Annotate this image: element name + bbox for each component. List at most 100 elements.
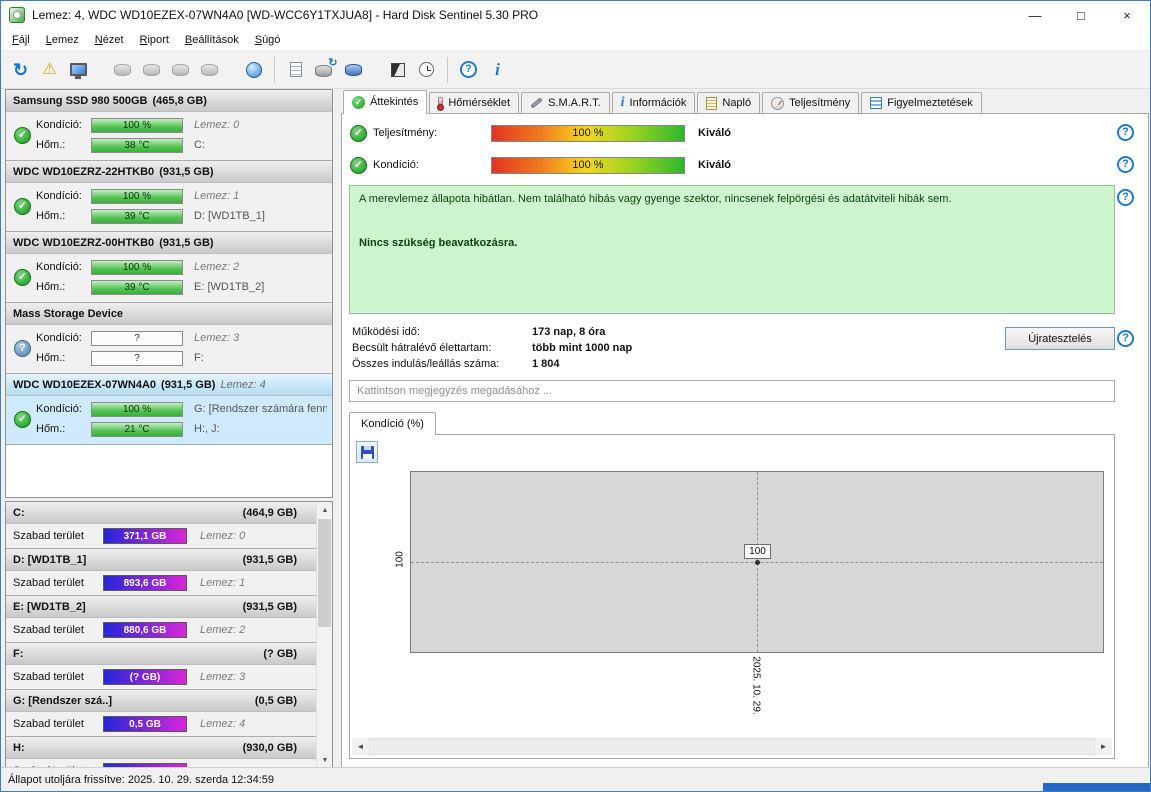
- performance-bar: 100 %: [491, 124, 685, 142]
- scrollbar-thumb[interactable]: [318, 519, 331, 627]
- surface-test-button[interactable]: [383, 55, 412, 84]
- partition-header: H: (930,0 GB): [6, 737, 316, 759]
- tab-alerts[interactable]: Figyelmeztetések: [861, 92, 982, 113]
- menu-view[interactable]: Nézet: [87, 29, 132, 50]
- disk-header: WDC WD10EZRZ-00HTKB0 (931,5 GB): [6, 232, 332, 254]
- tab-smart[interactable]: S.M.A.R.T.: [521, 92, 610, 113]
- temperature-label: Hőm.:: [36, 281, 66, 293]
- chart-tab-condition[interactable]: Kondíció (%): [349, 412, 436, 435]
- temperature-value: 21 °C: [124, 423, 150, 435]
- save-chart-button[interactable]: [356, 441, 378, 463]
- menu-bar: Fájl Lemez Nézet Riport Beállítások Súgó: [1, 29, 1150, 51]
- disk-list-item-3[interactable]: Mass Storage Device ? Kondíció: ? Lemez:…: [6, 303, 332, 374]
- maximize-button[interactable]: □: [1058, 1, 1104, 29]
- partition-item-1[interactable]: D: [WD1TB_1] (931,5 GB) Szabad terület 8…: [6, 549, 316, 596]
- help-button[interactable]: ?: [454, 55, 483, 84]
- partition-item-2[interactable]: E: [WD1TB_2] (931,5 GB) Szabad terület 8…: [6, 596, 316, 643]
- condition-bar: 100 %: [91, 117, 183, 133]
- thermometer-icon: [437, 96, 445, 111]
- disk-index-label: Lemez: 4: [220, 378, 266, 391]
- tab-log[interactable]: Napló: [697, 92, 761, 113]
- menu-settings[interactable]: Beállítások: [177, 29, 247, 50]
- menu-help[interactable]: Súgó: [247, 29, 289, 50]
- tab-label: S.M.A.R.T.: [548, 97, 601, 109]
- scroll-left-icon[interactable]: ◄: [352, 738, 369, 755]
- status-bar: Állapot utoljára frissítve: 2025. 10. 29…: [1, 767, 1150, 791]
- partition-scrollbar[interactable]: ▲ ▼: [316, 502, 332, 768]
- drive-letters: E: [WD1TB_2]: [194, 281, 265, 293]
- help-icon[interactable]: ?: [1117, 156, 1134, 173]
- disk-index-label: Lemez: 0: [200, 530, 246, 542]
- info-icon: i: [495, 60, 500, 79]
- report-button[interactable]: [281, 55, 310, 84]
- condition-label: Kondíció:: [36, 403, 82, 415]
- surface-test-icon: [390, 62, 405, 77]
- menu-disk[interactable]: Lemez: [38, 29, 87, 50]
- drive-letters: D: [WD1TB_1]: [194, 210, 265, 222]
- minimize-button[interactable]: —: [1012, 1, 1058, 29]
- scroll-down-icon[interactable]: ▼: [317, 752, 332, 768]
- disk-list-item-1[interactable]: WDC WD10EZRZ-22HTKB0 (931,5 GB) ✓ Kondíc…: [6, 161, 332, 232]
- performance-label: Teljesítmény:: [373, 127, 438, 139]
- partition-item-4[interactable]: G: [Rendszer szá..] (0,5 GB) Szabad terü…: [6, 690, 316, 737]
- condition-value: 100 %: [572, 159, 604, 171]
- partition-body: Szabad terület 880,6 GB Lemez: 2: [6, 618, 316, 643]
- performance-value: 100 %: [572, 127, 604, 139]
- refresh-button[interactable]: ↻: [6, 55, 35, 84]
- comment-input[interactable]: [349, 380, 1115, 402]
- disk-index-label: Lemez: 4: [200, 718, 246, 730]
- info-button[interactable]: i: [483, 55, 512, 84]
- partition-item-0[interactable]: C: (464,9 GB) Szabad terület 371,1 GB Le…: [6, 502, 316, 549]
- disk-2-button[interactable]: [137, 55, 166, 84]
- scroll-up-icon[interactable]: ▲: [317, 502, 332, 518]
- help-icon[interactable]: ?: [1117, 189, 1134, 206]
- disk-refresh-button[interactable]: ↻: [310, 55, 339, 84]
- stat-label: Működési idő:: [352, 326, 420, 338]
- partition-name: C:: [13, 506, 25, 519]
- window-controls: — □ ×: [1012, 1, 1150, 29]
- partition-size: (931,5 GB): [242, 553, 297, 566]
- disk-1-button[interactable]: [108, 55, 137, 84]
- condition-value: 100 %: [122, 261, 152, 273]
- scrollbar-track[interactable]: [369, 738, 1095, 755]
- condition-bar: ?: [91, 330, 183, 346]
- tab-overview[interactable]: ✓ Áttekintés: [343, 90, 428, 114]
- surface-warning-button[interactable]: ⚠: [35, 55, 64, 84]
- floppy-icon: [360, 445, 374, 459]
- disk-list-item-2[interactable]: WDC WD10EZRZ-00HTKB0 (931,5 GB) ✓ Kondíc…: [6, 232, 332, 303]
- disks-button[interactable]: [339, 55, 368, 84]
- partition-header: G: [Rendszer szá..] (0,5 GB): [6, 690, 316, 712]
- scroll-right-icon[interactable]: ►: [1095, 738, 1112, 755]
- condition-value: 100 %: [122, 190, 152, 202]
- stat-value: több mint 1000 nap: [532, 342, 633, 354]
- tab-information[interactable]: i Információk: [611, 92, 696, 113]
- disk-3-button[interactable]: [166, 55, 195, 84]
- internet-button[interactable]: [239, 55, 268, 84]
- condition-bar: 100 %: [91, 401, 183, 417]
- app-window: Lemez: 4, WDC WD10EZEX-07WN4A0 [WD-WCC6Y…: [0, 0, 1151, 792]
- wrench-icon: [530, 97, 543, 109]
- tab-temperature[interactable]: Hőmérséklet: [429, 92, 520, 113]
- free-space-label: Szabad terület: [13, 530, 84, 542]
- help-icon[interactable]: ?: [1117, 124, 1134, 141]
- stat-value: 1 804: [532, 358, 560, 370]
- menu-report[interactable]: Riport: [132, 29, 177, 50]
- disk-4-button[interactable]: [195, 55, 224, 84]
- partition-item-5[interactable]: H: (930,0 GB) Szabad terület 930,0 GB: [6, 737, 316, 768]
- tab-performance[interactable]: Teljesítmény: [762, 92, 860, 113]
- close-button[interactable]: ×: [1104, 1, 1150, 29]
- disk-list-item-0[interactable]: Samsung SSD 980 500GB (465,8 GB) ✓ Kondí…: [6, 90, 332, 161]
- disk-list-item-4-selected[interactable]: WDC WD10EZEX-07WN4A0 (931,5 GB) Lemez: 4…: [6, 374, 332, 445]
- help-icon[interactable]: ?: [1117, 330, 1134, 347]
- disk-index-label: Lemez: 0: [194, 119, 240, 131]
- partition-name: F:: [13, 647, 24, 660]
- menu-file[interactable]: Fájl: [4, 29, 38, 50]
- disk-name: Samsung SSD 980 500GB: [13, 94, 148, 107]
- partition-item-3[interactable]: F: (? GB) Szabad terület (? GB) Lemez: 3: [6, 643, 316, 690]
- clock-button[interactable]: [412, 55, 441, 84]
- toolbar-separator: [274, 56, 275, 83]
- tab-label: Áttekintés: [370, 96, 419, 108]
- display-button[interactable]: [64, 55, 93, 84]
- chart-scrollbar[interactable]: ◄ ►: [352, 738, 1112, 755]
- retest-button[interactable]: Újratesztelés: [1005, 327, 1115, 350]
